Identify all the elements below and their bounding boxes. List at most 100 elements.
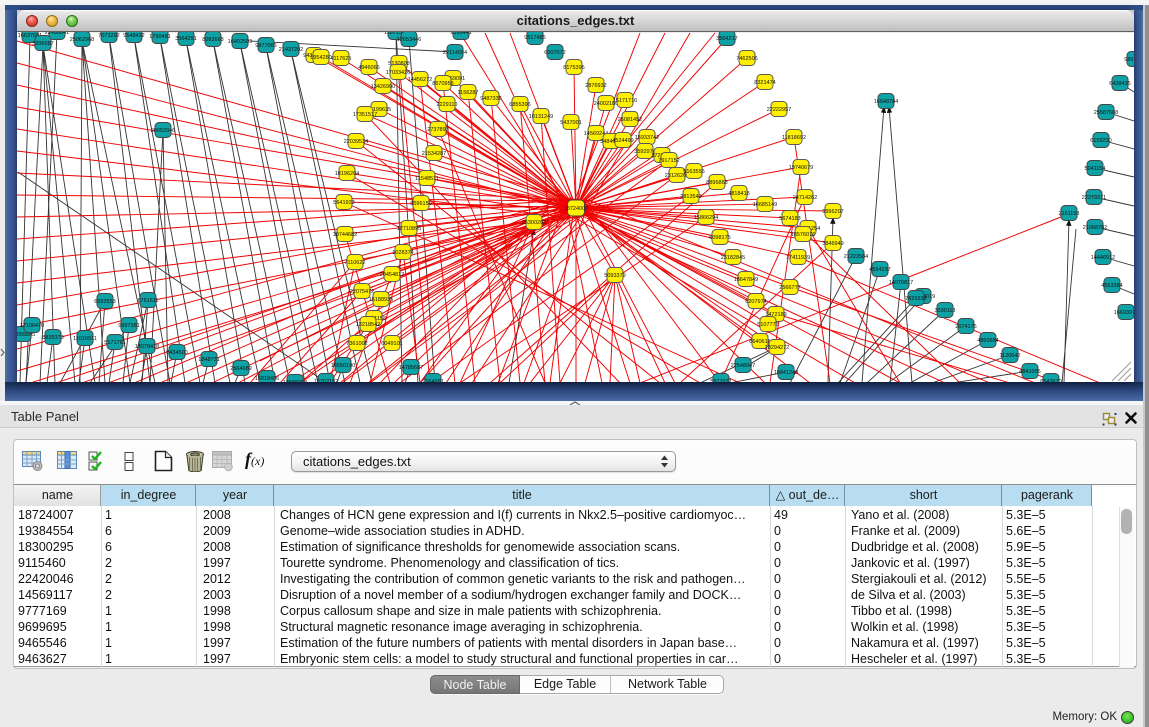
svg-text:8670955: 8670955 [432,81,453,87]
svg-text:10744682: 10744682 [333,232,357,238]
svg-text:16693979: 16693979 [1114,310,1134,316]
svg-text:13586084: 13586084 [283,380,307,382]
svg-text:9398441: 9398441 [450,32,471,36]
svg-text:9997381: 9997381 [118,323,139,329]
svg-text:1120642: 1120642 [999,353,1020,359]
svg-text:5041154: 5041154 [1084,166,1105,172]
svg-text:15188935: 15188935 [369,297,393,303]
svg-text:4553384: 4553384 [1101,283,1122,289]
svg-text:14446912: 14446912 [1091,255,1115,261]
svg-text:3564251: 3564251 [175,36,196,42]
svg-text:16685149: 16685149 [753,202,777,208]
svg-text:5437001: 5437001 [560,120,581,126]
svg-text:7829332: 7829332 [905,296,926,302]
svg-text:8175395: 8175395 [563,65,584,71]
svg-text:14785687: 14785687 [399,365,423,371]
svg-text:6438436: 6438436 [1109,81,1130,87]
svg-text:2566777: 2566777 [779,285,800,291]
svg-text:25587688: 25587688 [1094,110,1118,116]
svg-text:5093379: 5093379 [604,273,625,279]
svg-text:9487336: 9487336 [480,96,501,102]
svg-text:16648784: 16648784 [874,99,898,105]
svg-text:9517485: 9517485 [524,35,545,41]
svg-text:2813543: 2813543 [680,194,701,200]
svg-text:5641923: 5641923 [333,200,354,206]
svg-text:15171716: 15171716 [613,98,637,104]
svg-text:13078418: 13078418 [135,344,159,350]
svg-text:18576076: 18576076 [791,232,815,238]
svg-text:25062968: 25062968 [70,37,94,43]
svg-text:7073292: 7073292 [98,33,119,39]
svg-text:23182845: 23182845 [721,255,745,261]
svg-text:16818496: 16818496 [255,376,279,382]
svg-text:6007072: 6007072 [544,50,565,56]
svg-text:11548511: 11548511 [415,176,439,182]
svg-text:7917152: 7917152 [658,158,679,164]
svg-text:21437202: 21437202 [279,47,303,53]
svg-text:19740679: 19740679 [789,165,813,171]
svg-text:22039534: 22039534 [344,139,368,145]
svg-text:7462506: 7462506 [736,56,757,62]
svg-text:22498841: 22498841 [45,32,69,36]
svg-text:10131249: 10131249 [529,114,553,120]
svg-text:20053346: 20053346 [151,128,175,134]
svg-text:17411939: 17411939 [786,255,810,261]
svg-text:2074176: 2074176 [955,324,976,330]
svg-text:1954280: 1954280 [310,55,331,61]
svg-text:8082668: 8082668 [202,37,223,43]
svg-text:13218542: 13218542 [356,322,380,328]
svg-text:1156287: 1156287 [457,90,478,96]
svg-text:11818692: 11818692 [782,135,806,141]
svg-text:25300203: 25300203 [522,220,546,226]
svg-text:4818418: 4818418 [728,191,749,197]
svg-text:18196204: 18196204 [335,171,359,177]
svg-text:20454812: 20454812 [380,272,404,278]
svg-text:15866294: 15866294 [694,215,718,221]
svg-text:4594297: 4594297 [869,267,890,273]
svg-text:17033426: 17033426 [386,70,410,76]
svg-text:2737893: 2737893 [427,127,448,133]
svg-text:21068782: 21068782 [1083,225,1107,231]
svg-text:16550190: 16550190 [331,363,355,369]
svg-text:18294272: 18294272 [765,345,789,351]
svg-text:4117625: 4117625 [330,56,351,62]
svg-text:24714262: 24714262 [793,195,817,201]
svg-text:10841248: 10841248 [774,370,798,376]
svg-text:6159230: 6159230 [1090,138,1111,144]
svg-text:18724007: 18724007 [564,206,588,212]
svg-text:9548432: 9548432 [123,33,144,39]
svg-text:11016911: 11016911 [73,336,97,342]
svg-text:7110622: 7110622 [344,260,365,266]
svg-text:2564689: 2564689 [230,366,251,372]
svg-text:6596150: 6596150 [410,201,431,207]
svg-text:1790481: 1790481 [149,34,170,40]
svg-text:2876932: 2876932 [585,83,606,89]
svg-text:5977931: 5977931 [710,379,731,382]
svg-text:22075472: 22075472 [350,289,374,295]
svg-text:8321474: 8321474 [754,80,775,86]
svg-text:4860684: 4860684 [977,338,998,344]
svg-text:22222957: 22222957 [767,107,791,113]
svg-text:17351517: 17351517 [353,112,377,118]
svg-text:8896868: 8896868 [706,180,727,186]
svg-text:4841005: 4841005 [1019,369,1040,375]
svg-text:2229110: 2229110 [436,102,457,108]
svg-text:5107776: 5107776 [757,322,778,328]
svg-text:22548947: 22548947 [731,363,755,369]
svg-text:3030113: 3030113 [934,308,955,314]
svg-text:6855396: 6855396 [509,102,530,108]
svg-text:6098175: 6098175 [709,235,730,241]
svg-text:6543670: 6543670 [1040,379,1061,382]
svg-text:6207974: 6207974 [745,299,766,305]
svg-text:9164991: 9164991 [422,379,443,382]
svg-text:4524499: 4524499 [612,138,633,144]
svg-text:5674183: 5674183 [779,216,800,222]
svg-text:1848731: 1848731 [198,357,219,363]
svg-text:5163555: 5163555 [683,169,704,175]
svg-text:6049101: 6049101 [381,341,402,347]
svg-text:21223584: 21223584 [844,254,868,260]
svg-text:7361002: 7361002 [346,341,367,347]
svg-text:8835373: 8835373 [42,335,63,341]
svg-text:1028374: 1028374 [392,250,413,256]
svg-text:13426900: 13426900 [371,84,395,90]
